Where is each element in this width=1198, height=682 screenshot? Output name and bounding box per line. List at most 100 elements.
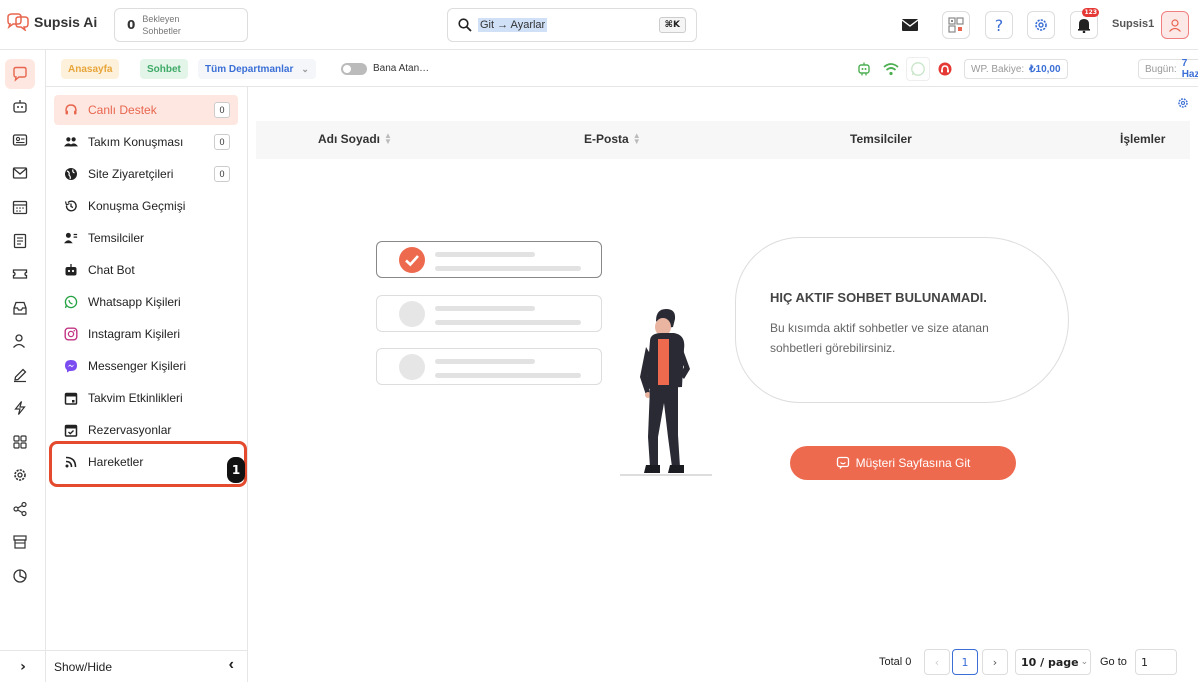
avatar[interactable]: [1161, 11, 1189, 39]
chat-bubble-icon: [13, 66, 27, 82]
pagination-total: Total 0: [879, 656, 912, 668]
globe-icon: [64, 167, 78, 181]
rail-analytics[interactable]: [10, 566, 30, 586]
rail-bot[interactable]: [10, 96, 30, 116]
sidebar-item-instagram[interactable]: Instagram Kişileri: [54, 319, 238, 349]
pie-chart-icon: [13, 569, 27, 583]
inbox-icon: [13, 301, 27, 315]
settings-button[interactable]: [1027, 11, 1055, 39]
qr-icon: [948, 17, 964, 33]
search-input[interactable]: Git → Ayarlar: [478, 18, 548, 32]
table-header: Adı Soyadı ▲ ▼ E-Posta ▲ ▼ Temsilciler İşl…: [256, 121, 1190, 159]
rail-reports[interactable]: [10, 231, 30, 251]
whatsapp-icon: [911, 62, 925, 76]
sidebar: Canlı Destek 0 Takım Konuşması 0 Site Zi…: [46, 87, 248, 682]
prev-page-button[interactable]: ‹: [924, 649, 950, 675]
sidebar-item-label: Takvim Etkinlikleri: [88, 391, 183, 405]
sidebar-item-live-support[interactable]: Canlı Destek 0: [54, 95, 238, 125]
instagram-icon: [64, 327, 78, 341]
check-circle-icon: [399, 247, 425, 273]
search-icon: [458, 18, 472, 32]
gear-icon: [14, 469, 26, 481]
column-email[interactable]: E-Posta ▲ ▼: [584, 132, 641, 147]
rail-contacts[interactable]: [10, 130, 30, 150]
pending-chats[interactable]: 0 Bekleyen Sohbetler: [114, 8, 248, 42]
assigned-to-me-toggle[interactable]: [341, 63, 367, 75]
goto-label: Go to: [1100, 656, 1127, 668]
messenger-icon: [64, 359, 78, 373]
calendar-icon: [12, 200, 28, 215]
rail-settings[interactable]: [10, 465, 30, 485]
sidebar-item-label: Temsilciler: [88, 231, 145, 245]
rail-chat[interactable]: [5, 59, 35, 89]
show-hide-toggle[interactable]: Show/Hide ‹: [46, 650, 248, 682]
column-name[interactable]: Adı Soyadı ▲ ▼: [318, 131, 392, 147]
table-settings-icon[interactable]: [1177, 97, 1189, 109]
sidebar-item-label: Konuşma Geçmişi: [88, 199, 186, 213]
next-page-button[interactable]: ›: [982, 649, 1008, 675]
customer-page-button[interactable]: Müşteri Sayfasına Git: [790, 446, 1016, 480]
rail-apps[interactable]: [10, 432, 30, 452]
empty-state-message: HIÇ AKTIF SOHBET BULUNAMADI. Bu kısımda …: [735, 237, 1069, 403]
sidebar-item-agents[interactable]: Temsilciler: [54, 223, 238, 253]
sidebar-item-label: Takım Konuşması: [88, 135, 184, 149]
sidebar-item-calendar-events[interactable]: Takvim Etkinlikleri: [54, 383, 238, 413]
mail-button[interactable]: [896, 11, 924, 39]
assigned-to-me-label: Bana Atan…: [373, 63, 430, 74]
app-logo[interactable]: Supsis Ai: [6, 13, 97, 31]
goto-input[interactable]: 1: [1135, 649, 1177, 675]
sidebar-item-chat-history[interactable]: Konuşma Geçmişi: [54, 191, 238, 221]
sort-icon: ▲ ▼: [384, 131, 392, 146]
bot-status-button[interactable]: [854, 59, 874, 79]
circle-placeholder-icon: [399, 354, 425, 380]
today-label: Bugün:: [1145, 63, 1177, 75]
rail-mail[interactable]: [10, 163, 30, 183]
command-search[interactable]: Git → Ayarlar ⌘K: [447, 8, 697, 42]
store-icon: [13, 535, 27, 549]
instagram-status[interactable]: [935, 59, 955, 79]
notifications-button[interactable]: 123: [1070, 8, 1099, 39]
rail-automation[interactable]: [10, 398, 30, 418]
department-select[interactable]: Tüm Departmanlar ⌄: [198, 59, 316, 79]
rail-share[interactable]: [10, 499, 30, 519]
rail-tickets[interactable]: [10, 264, 30, 284]
sidebar-item-messenger[interactable]: Messenger Kişileri: [54, 351, 238, 381]
user-icon: [1169, 19, 1181, 32]
highlight-box: [49, 441, 247, 487]
main-content: Adı Soyadı ▲ ▼ E-Posta ▲ ▼ Temsilciler İşl…: [248, 87, 1198, 682]
help-button[interactable]: ?: [985, 11, 1013, 39]
home-chip[interactable]: Anasayfa: [61, 59, 120, 79]
rail-edit[interactable]: [10, 365, 30, 385]
sidebar-item-team-chat[interactable]: Takım Konuşması 0: [54, 127, 238, 157]
sidebar-item-site-visitors[interactable]: Site Ziyaretçileri 0: [54, 159, 238, 189]
sidebar-item-label: Canlı Destek: [88, 103, 157, 117]
rail-inbox[interactable]: [10, 298, 30, 318]
chevron-left-icon: ‹: [934, 655, 940, 669]
rail-calendar[interactable]: [10, 197, 30, 217]
username[interactable]: Supsis1: [1112, 18, 1154, 30]
empty-state-text: Bu kısımda aktif sohbetler ve size atana…: [770, 321, 989, 355]
sidebar-item-label: Chat Bot: [88, 263, 135, 277]
qr-button[interactable]: [942, 11, 970, 39]
rail-store[interactable]: [10, 532, 30, 552]
sidebar-item-label: Rezervasyonlar: [88, 423, 172, 437]
sidebar-item-count: 0: [214, 134, 230, 150]
robot-icon: [13, 100, 27, 113]
chat-chip[interactable]: Sohbet: [140, 59, 188, 79]
search-shortcut: ⌘K: [658, 17, 686, 33]
rail-users[interactable]: [10, 331, 30, 351]
whatsapp-status[interactable]: [906, 57, 930, 81]
contact-card-icon: [12, 134, 28, 146]
illustration-card: [376, 348, 602, 385]
chevron-left-icon: ‹: [228, 656, 234, 673]
page-1-button[interactable]: 1: [952, 649, 978, 675]
wifi-icon: [883, 63, 899, 76]
headset-icon: [64, 103, 78, 117]
illustration-card: [376, 295, 602, 332]
robot-icon: [858, 62, 870, 76]
page-size-select[interactable]: 10 / page ⌄: [1015, 649, 1091, 675]
expand-rail-button[interactable]: ›: [0, 650, 46, 682]
sidebar-item-chat-bot[interactable]: Chat Bot: [54, 255, 238, 285]
sidebar-item-whatsapp[interactable]: Whatsapp Kişileri: [54, 287, 238, 317]
top-bar: Supsis Ai 0 Bekleyen Sohbetler Git → Aya…: [0, 0, 1198, 50]
